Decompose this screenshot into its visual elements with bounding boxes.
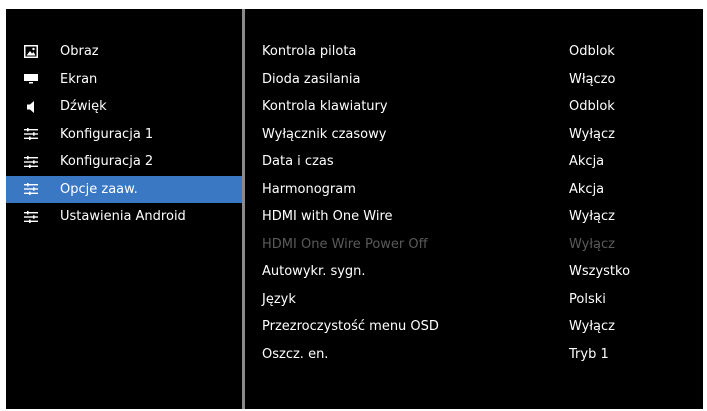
setting-value: Wyłącz xyxy=(569,209,615,225)
setting-row-data-i-czas[interactable]: Data i czas Akcja xyxy=(245,148,703,176)
category-item-dzwiek[interactable]: Dźwięk xyxy=(6,93,242,121)
osd-menu: Obraz Ekran Dźwięk Konfiguracja 1 Konfig… xyxy=(6,9,703,409)
setting-label: Przezroczystość menu OSD xyxy=(262,319,439,335)
setting-row-jezyk[interactable]: Język Polski xyxy=(245,286,703,314)
category-label: Dźwięk xyxy=(60,99,107,115)
setting-row-hdmi-with-one-wire[interactable]: HDMI with One Wire Wyłącz xyxy=(245,203,703,231)
setting-row-harmonogram[interactable]: Harmonogram Akcja xyxy=(245,176,703,204)
category-item-konfiguracja-1[interactable]: Konfiguracja 1 xyxy=(6,121,242,149)
setting-value: Wyłącz xyxy=(569,319,615,335)
setting-row-wylacznik-czasowy[interactable]: Wyłącznik czasowy Wyłącz xyxy=(245,121,703,149)
setting-label: HDMI One Wire Power Off xyxy=(262,236,428,252)
setting-value: Tryb 1 xyxy=(569,346,609,362)
setting-value: Odblok xyxy=(569,44,615,60)
setting-row-hdmi-one-wire-power-off: HDMI One Wire Power Off Wyłącz xyxy=(245,231,703,259)
setting-label: Data i czas xyxy=(262,154,334,170)
setting-value: Polski xyxy=(569,291,606,307)
setting-value: Wyłącz xyxy=(569,126,615,142)
setting-value: Wszystko xyxy=(569,264,631,280)
setting-value: Akcja xyxy=(569,154,605,170)
setting-row-dioda-zasilania[interactable]: Dioda zasilania Włączo xyxy=(245,66,703,94)
screen-icon xyxy=(23,71,39,87)
setting-row-kontrola-klawiatury[interactable]: Kontrola klawiatury Odblok xyxy=(245,93,703,121)
setting-row-oszcz-en[interactable]: Oszcz. en. Tryb 1 xyxy=(245,341,703,369)
setting-row-autowykr-sygn[interactable]: Autowykr. sygn. Wszystko xyxy=(245,258,703,286)
setting-label: Kontrola pilota xyxy=(262,44,357,60)
sliders-icon xyxy=(23,126,39,142)
setting-label: Wyłącznik czasowy xyxy=(262,126,387,142)
category-label: Obraz xyxy=(60,44,99,60)
sliders-icon xyxy=(23,154,39,170)
sliders-icon xyxy=(23,181,39,197)
setting-label: Autowykr. sygn. xyxy=(262,264,366,280)
setting-value: Wyłącz xyxy=(569,236,615,252)
category-item-konfiguracja-2[interactable]: Konfiguracja 2 xyxy=(6,148,242,176)
setting-label: Dioda zasilania xyxy=(262,71,361,87)
setting-value: Odblok xyxy=(569,99,615,115)
category-label: Ustawienia Android xyxy=(60,209,186,225)
setting-value: Akcja xyxy=(569,181,605,197)
setting-row-kontrola-pilota[interactable]: Kontrola pilota Odblok xyxy=(245,38,703,66)
category-list: Obraz Ekran Dźwięk Konfiguracja 1 Konfig… xyxy=(6,38,242,231)
category-label: Konfiguracja 1 xyxy=(60,126,154,142)
settings-list: Kontrola pilota Odblok Dioda zasilania W… xyxy=(245,38,703,368)
category-panel: Obraz Ekran Dźwięk Konfiguracja 1 Konfig… xyxy=(6,9,242,409)
category-item-opcje-zaaw[interactable]: Opcje zaaw. xyxy=(6,175,242,203)
speaker-icon xyxy=(23,99,39,115)
setting-label: HDMI with One Wire xyxy=(262,209,393,225)
setting-label: Oszcz. en. xyxy=(262,346,329,362)
category-label: Ekran xyxy=(60,71,98,87)
settings-panel: Kontrola pilota Odblok Dioda zasilania W… xyxy=(245,9,703,409)
category-item-obraz[interactable]: Obraz xyxy=(6,38,242,66)
category-label: Opcje zaaw. xyxy=(60,181,138,197)
setting-label: Harmonogram xyxy=(262,181,356,197)
setting-label: Język xyxy=(262,291,296,307)
sliders-icon xyxy=(23,209,39,225)
category-item-ustawienia-android[interactable]: Ustawienia Android xyxy=(6,203,242,231)
setting-row-przezroczystosc-menu-osd[interactable]: Przezroczystość menu OSD Wyłącz xyxy=(245,313,703,341)
image-icon xyxy=(23,44,39,60)
setting-value: Włączo xyxy=(569,71,616,87)
category-item-ekran[interactable]: Ekran xyxy=(6,66,242,94)
setting-label: Kontrola klawiatury xyxy=(262,99,388,115)
category-label: Konfiguracja 2 xyxy=(60,154,154,170)
